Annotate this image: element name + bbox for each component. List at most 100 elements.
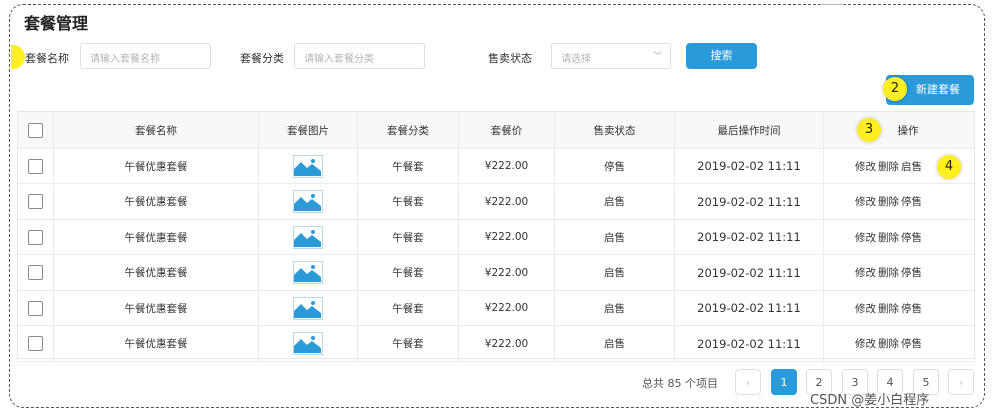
page-title: 套餐管理 — [24, 14, 89, 33]
toggle-sale-link[interactable]: 启售 — [901, 159, 922, 174]
package-category: 午餐套 — [358, 255, 459, 290]
edit-link[interactable]: 修改 — [855, 265, 876, 280]
row-checkbox[interactable] — [28, 229, 43, 245]
delete-link[interactable]: 删除 — [878, 301, 899, 316]
header-price: 套餐价 — [459, 112, 555, 148]
package-time: 2019-02-02 11:11 — [675, 255, 824, 290]
edit-link[interactable]: 修改 — [855, 336, 876, 351]
package-status: 启售 — [555, 291, 675, 325]
delete-link[interactable]: 删除 — [878, 336, 899, 351]
next-page-button[interactable]: › — [948, 369, 974, 395]
table-row: 午餐优惠套餐 午餐套 ¥222.00 停售 2019-02-02 11:11 修改 删除 启售 — [18, 149, 974, 184]
header-category: 套餐分类 — [358, 112, 459, 148]
row-checkbox[interactable] — [28, 265, 43, 280]
chevron-down-icon: ﹀ — [652, 52, 662, 62]
table-header-row: 套餐名称 套餐图片 套餐分类 套餐价 售卖状态 最后操作时间 操作 — [18, 112, 974, 149]
package-category: 午餐套 — [358, 220, 459, 254]
table-row: 午餐优惠套餐 午餐套 ¥222.00 启售 2019-02-02 11:11 修改 删除 停售 — [18, 326, 974, 362]
row-checkbox-cell[interactable] — [18, 220, 54, 254]
category-search-input[interactable]: 请输入套餐分类 — [294, 43, 425, 69]
header-image: 套餐图片 — [259, 112, 358, 148]
status-select-placeholder: 请选择 — [561, 54, 591, 65]
package-image-cell — [259, 291, 358, 325]
edit-link[interactable]: 修改 — [855, 301, 876, 316]
package-price: ¥222.00 — [459, 220, 555, 254]
row-checkbox[interactable] — [28, 300, 43, 316]
package-name: 午餐优惠套餐 — [54, 149, 259, 183]
package-price: ¥222.00 — [459, 255, 555, 290]
toggle-sale-link[interactable]: 停售 — [901, 194, 922, 209]
delete-link[interactable]: 删除 — [878, 194, 899, 209]
table-row: 午餐优惠套餐 午餐套 ¥222.00 启售 2019-02-02 11:11 修改 删除 停售 — [18, 184, 974, 220]
row-actions: 修改 删除 停售 — [824, 220, 974, 254]
header-name: 套餐名称 — [54, 112, 259, 148]
header-actions: 操作 — [824, 112, 974, 148]
package-time: 2019-02-02 11:11 — [675, 184, 824, 219]
image-placeholder-icon — [293, 154, 323, 178]
annotation-marker-3: 3 — [857, 118, 881, 142]
package-table: 套餐名称 套餐图片 套餐分类 套餐价 售卖状态 最后操作时间 操作 午餐优惠套餐… — [17, 111, 975, 362]
row-checkbox-cell[interactable] — [18, 291, 54, 325]
package-time: 2019-02-02 11:11 — [675, 326, 824, 361]
row-checkbox[interactable] — [28, 336, 43, 351]
watermark: CSDN @姜小白程序 — [810, 393, 930, 408]
header-status: 售卖状态 — [555, 112, 675, 148]
image-placeholder-icon — [293, 190, 323, 213]
package-price: ¥222.00 — [459, 326, 555, 361]
header-select-all[interactable] — [18, 112, 54, 148]
package-image-cell — [259, 220, 358, 254]
select-all-checkbox[interactable] — [28, 122, 43, 138]
package-status: 启售 — [555, 220, 675, 254]
package-status: 启售 — [555, 326, 675, 361]
package-status: 停售 — [555, 149, 675, 183]
name-search-input[interactable]: 请输入套餐名称 — [80, 43, 211, 69]
toggle-sale-link[interactable]: 停售 — [901, 265, 922, 280]
row-actions: 修改 删除 停售 — [824, 256, 974, 290]
prev-page-button[interactable]: ‹ — [735, 369, 761, 395]
status-select[interactable]: 请选择 ﹀ — [551, 43, 671, 69]
row-actions: 修改 删除 停售 — [824, 291, 974, 325]
package-price: ¥222.00 — [459, 149, 555, 183]
package-category: 午餐套 — [358, 291, 459, 325]
table-row: 午餐优惠套餐 午餐套 ¥222.00 启售 2019-02-02 11:11 修改 删除 停售 — [18, 220, 974, 255]
package-name: 午餐优惠套餐 — [54, 255, 259, 290]
edit-link[interactable]: 修改 — [855, 230, 876, 245]
delete-link[interactable]: 删除 — [878, 230, 899, 245]
package-time: 2019-02-02 11:11 — [675, 291, 824, 325]
row-checkbox-cell[interactable] — [18, 255, 54, 290]
delete-link[interactable]: 删除 — [878, 265, 899, 280]
package-price: ¥222.00 — [459, 291, 555, 325]
toggle-sale-link[interactable]: 停售 — [901, 336, 922, 351]
toggle-sale-link[interactable]: 停售 — [901, 301, 922, 316]
package-category: 午餐套 — [358, 326, 459, 361]
annotation-marker-4: 4 — [937, 155, 961, 179]
filter-name-label: 套餐名称 — [25, 52, 69, 65]
package-status: 启售 — [555, 255, 675, 290]
divider — [820, 4, 844, 5]
annotation-marker-2: 2 — [883, 77, 907, 101]
image-placeholder-icon — [293, 225, 323, 249]
row-checkbox-cell[interactable] — [18, 184, 54, 219]
image-placeholder-icon — [293, 261, 323, 284]
package-image-cell — [259, 326, 358, 361]
pagination-total: 总共 85 个项目 — [642, 377, 718, 390]
toggle-sale-link[interactable]: 停售 — [901, 230, 922, 245]
header-time: 最后操作时间 — [675, 112, 824, 148]
image-placeholder-icon — [293, 332, 323, 355]
package-image-cell — [259, 184, 358, 219]
row-checkbox[interactable] — [28, 194, 43, 209]
delete-link[interactable]: 删除 — [878, 159, 899, 174]
package-name: 午餐优惠套餐 — [54, 291, 259, 325]
row-checkbox-cell[interactable] — [18, 326, 54, 361]
filter-category-label: 套餐分类 — [240, 52, 284, 65]
edit-link[interactable]: 修改 — [855, 159, 876, 174]
edit-link[interactable]: 修改 — [855, 194, 876, 209]
page-1-button[interactable]: 1 — [771, 369, 797, 395]
package-price: ¥222.00 — [459, 184, 555, 219]
row-checkbox[interactable] — [28, 158, 43, 174]
package-status: 启售 — [555, 184, 675, 219]
row-checkbox-cell[interactable] — [18, 149, 54, 183]
search-button[interactable]: 搜索 — [686, 43, 757, 69]
image-placeholder-icon — [293, 296, 323, 320]
package-image-cell — [259, 149, 358, 183]
